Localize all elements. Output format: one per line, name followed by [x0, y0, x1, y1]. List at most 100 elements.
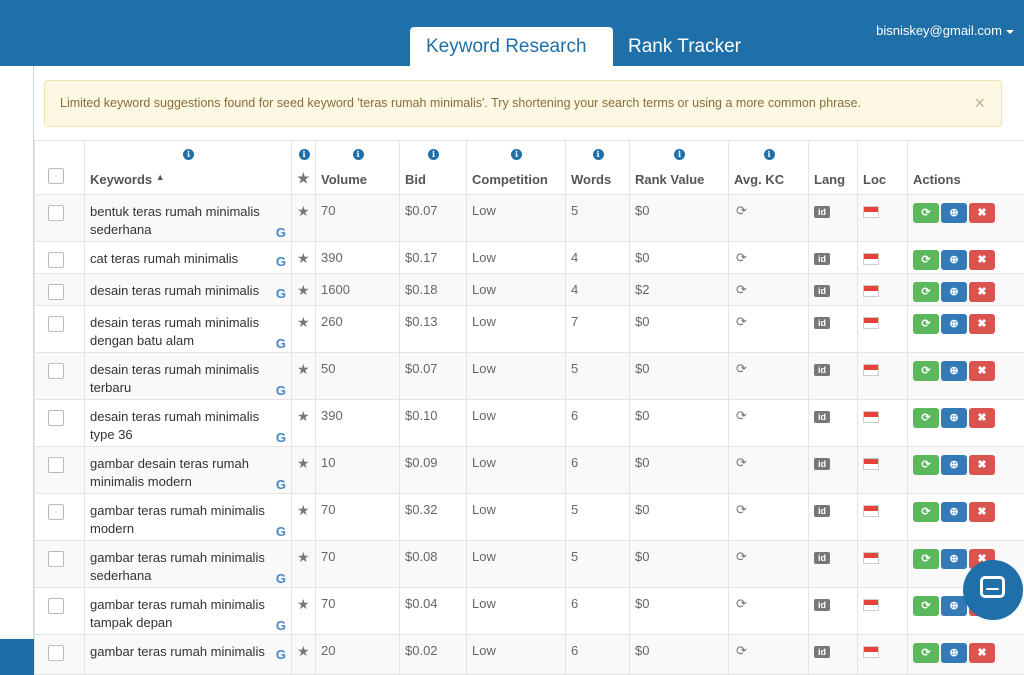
refresh-icon[interactable]: ⟳	[736, 314, 747, 330]
refresh-icon[interactable]: ⟳	[736, 250, 747, 266]
google-search-icon[interactable]: G	[276, 253, 286, 271]
star-icon[interactable]: ★	[297, 282, 310, 298]
refresh-icon[interactable]: ⟳	[736, 502, 747, 518]
info-icon[interactable]: i	[511, 149, 522, 160]
tab-rank-tracker[interactable]: Rank Tracker	[612, 27, 772, 66]
rescan-button[interactable]: ⟳	[913, 549, 939, 569]
analyze-button[interactable]: ⊕	[941, 314, 967, 334]
keywords-header[interactable]: iKeywords ▲	[85, 141, 292, 195]
refresh-icon[interactable]: ⟳	[736, 643, 747, 659]
rescan-button[interactable]: ⟳	[913, 455, 939, 475]
row-checkbox[interactable]	[48, 252, 64, 268]
chat-widget-button[interactable]	[963, 560, 1023, 620]
avg-kc-header[interactable]: iAvg. KC	[729, 141, 809, 195]
info-icon[interactable]: i	[428, 149, 439, 160]
rescan-button[interactable]: ⟳	[913, 596, 939, 616]
star-icon[interactable]: ★	[297, 643, 310, 659]
rescan-button[interactable]: ⟳	[913, 643, 939, 663]
remove-button[interactable]: ✖	[969, 314, 995, 334]
info-icon[interactable]: i	[299, 149, 310, 160]
refresh-icon[interactable]: ⟳	[736, 549, 747, 565]
rescan-button[interactable]: ⟳	[913, 314, 939, 334]
google-search-icon[interactable]: G	[276, 285, 286, 303]
star-icon[interactable]: ★	[297, 250, 310, 266]
rescan-button[interactable]: ⟳	[913, 203, 939, 223]
rescan-button[interactable]: ⟳	[913, 408, 939, 428]
row-checkbox[interactable]	[48, 645, 64, 661]
analyze-button[interactable]: ⊕	[941, 596, 967, 616]
google-search-icon[interactable]: G	[276, 646, 286, 664]
rescan-button[interactable]: ⟳	[913, 361, 939, 381]
remove-button[interactable]: ✖	[969, 361, 995, 381]
row-checkbox[interactable]	[48, 363, 64, 379]
info-icon[interactable]: i	[353, 149, 364, 160]
lang-header[interactable]: Lang	[809, 141, 858, 195]
analyze-button[interactable]: ⊕	[941, 282, 967, 302]
row-checkbox[interactable]	[48, 551, 64, 567]
google-search-icon[interactable]: G	[276, 382, 286, 400]
analyze-button[interactable]: ⊕	[941, 455, 967, 475]
refresh-icon[interactable]: ⟳	[736, 596, 747, 612]
refresh-icon[interactable]: ⟳	[736, 282, 747, 298]
rescan-button[interactable]: ⟳	[913, 250, 939, 270]
analyze-button[interactable]: ⊕	[941, 408, 967, 428]
analyze-button[interactable]: ⊕	[941, 361, 967, 381]
rescan-button[interactable]: ⟳	[913, 282, 939, 302]
tab-keyword-research[interactable]: Keyword Research	[410, 27, 613, 66]
user-menu[interactable]: bisniskey@gmail.com	[876, 23, 1014, 38]
row-checkbox[interactable]	[48, 205, 64, 221]
remove-button[interactable]: ✖	[969, 502, 995, 522]
refresh-icon[interactable]: ⟳	[736, 455, 747, 471]
google-search-icon[interactable]: G	[276, 224, 286, 242]
row-checkbox[interactable]	[48, 504, 64, 520]
rank-value-header[interactable]: iRank Value	[630, 141, 729, 195]
remove-button[interactable]: ✖	[969, 408, 995, 428]
row-checkbox[interactable]	[48, 598, 64, 614]
star-icon[interactable]: ★	[297, 203, 310, 219]
analyze-button[interactable]: ⊕	[941, 203, 967, 223]
star-icon[interactable]: ★	[297, 408, 310, 424]
row-checkbox[interactable]	[48, 316, 64, 332]
competition-header[interactable]: iCompetition	[467, 141, 566, 195]
select-all-checkbox[interactable]	[48, 168, 64, 184]
remove-button[interactable]: ✖	[969, 250, 995, 270]
close-icon[interactable]: ×	[974, 93, 985, 114]
bid-header[interactable]: iBid	[400, 141, 467, 195]
row-checkbox[interactable]	[48, 410, 64, 426]
info-icon[interactable]: i	[593, 149, 604, 160]
loc-header[interactable]: Loc	[858, 141, 908, 195]
remove-button[interactable]: ✖	[969, 643, 995, 663]
remove-button[interactable]: ✖	[969, 455, 995, 475]
volume-header[interactable]: iVolume	[316, 141, 400, 195]
star-icon[interactable]: ★	[297, 596, 310, 612]
star-icon[interactable]: ★	[297, 455, 310, 471]
refresh-icon[interactable]: ⟳	[736, 203, 747, 219]
row-checkbox[interactable]	[48, 284, 64, 300]
google-search-icon[interactable]: G	[276, 335, 286, 353]
refresh-icon[interactable]: ⟳	[736, 361, 747, 377]
analyze-button[interactable]: ⊕	[941, 250, 967, 270]
google-search-icon[interactable]: G	[276, 570, 286, 588]
info-icon[interactable]: i	[674, 149, 685, 160]
keyword-cell: bentuk teras rumah minimalis sederhanaG	[85, 195, 292, 242]
star-icon[interactable]: ★	[297, 502, 310, 518]
star-icon[interactable]: ★	[297, 361, 310, 377]
info-icon[interactable]: i	[764, 149, 775, 160]
google-search-icon[interactable]: G	[276, 476, 286, 494]
analyze-button[interactable]: ⊕	[941, 549, 967, 569]
rescan-button[interactable]: ⟳	[913, 502, 939, 522]
refresh-icon[interactable]: ⟳	[736, 408, 747, 424]
remove-button[interactable]: ✖	[969, 203, 995, 223]
google-search-icon[interactable]: G	[276, 617, 286, 635]
favorite-header[interactable]: i★	[292, 141, 316, 195]
google-search-icon[interactable]: G	[276, 429, 286, 447]
remove-button[interactable]: ✖	[969, 282, 995, 302]
star-icon[interactable]: ★	[297, 314, 310, 330]
analyze-button[interactable]: ⊕	[941, 643, 967, 663]
google-search-icon[interactable]: G	[276, 523, 286, 541]
row-checkbox[interactable]	[48, 457, 64, 473]
star-icon[interactable]: ★	[297, 549, 310, 565]
words-header[interactable]: iWords	[566, 141, 630, 195]
analyze-button[interactable]: ⊕	[941, 502, 967, 522]
info-icon[interactable]: i	[183, 149, 194, 160]
